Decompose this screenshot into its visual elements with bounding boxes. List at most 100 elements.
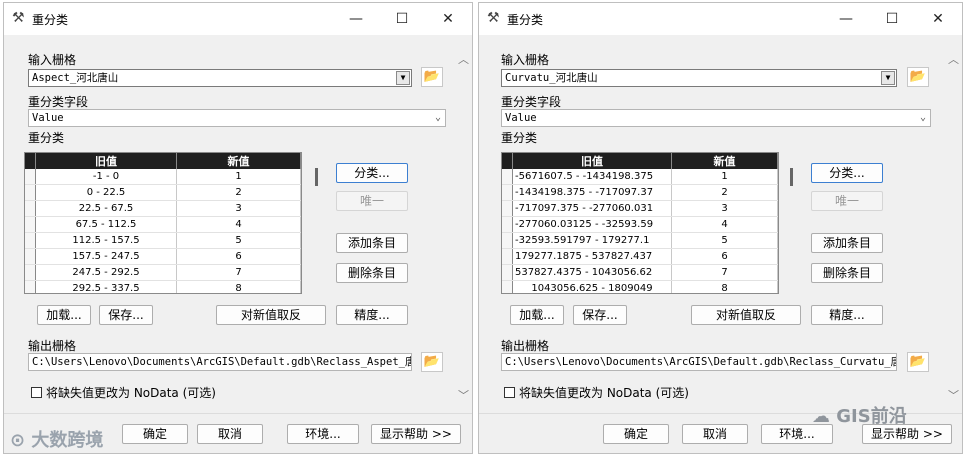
classify-button[interactable]: 分类... (811, 163, 883, 183)
reclass-field-select[interactable]: Value ⌄ (501, 109, 931, 127)
output-raster-field[interactable]: C:\Users\Lenovo\Documents\ArcGIS\Default… (501, 353, 897, 371)
row-selector[interactable] (502, 184, 513, 201)
table-row[interactable]: 0 - 22.5 2 (25, 184, 301, 201)
cancel-button[interactable]: 取消 (682, 424, 748, 444)
unique-button[interactable]: 唯一 (336, 191, 408, 211)
old-value-cell[interactable]: -277060.03125 - -32593.59 (512, 216, 672, 233)
table-row[interactable]: 67.5 - 112.5 4 (25, 216, 301, 233)
classify-button[interactable]: 分类... (336, 163, 408, 183)
save-button[interactable]: 保存... (573, 305, 627, 325)
panel-scrollbar[interactable]: ︿ ﹀ (945, 47, 962, 403)
table-row[interactable]: 22.5 - 67.5 3 (25, 200, 301, 217)
input-raster-combo[interactable]: Curvatu_河北唐山 ▼ (501, 69, 897, 87)
old-value-cell[interactable]: -1434198.375 - -717097.37 (512, 184, 672, 201)
old-value-cell[interactable]: 179277.1875 - 537827.437 (512, 248, 672, 265)
old-value-cell[interactable]: -1 - 0 (35, 169, 177, 185)
new-value-cell[interactable]: 8 (671, 280, 778, 293)
folder-open-icon[interactable]: 📂 (907, 67, 929, 87)
new-value-cell[interactable]: 2 (671, 184, 778, 201)
old-value-cell[interactable]: 1043056.625 - 1809049 (512, 280, 672, 293)
scrollbar-thumb[interactable] (790, 168, 793, 186)
folder-open-icon[interactable]: 📂 (907, 352, 929, 372)
row-selector[interactable] (25, 232, 36, 249)
nodata-checkbox[interactable] (504, 387, 515, 398)
reclass-table[interactable]: 旧值 新值 -1 - 01 0 - 22.5 2 22.5 - 67.5 3 67.… (24, 152, 302, 294)
title-bar[interactable]: ⚒ 重分类 — ☐ ✕ (479, 3, 962, 35)
old-value-cell[interactable]: 537827.4375 - 1043056.62 (512, 264, 672, 281)
add-entry-button[interactable]: 添加条目 (811, 233, 883, 253)
ok-button[interactable]: 确定 (603, 424, 669, 444)
table-row[interactable]: 1043056.625 - 1809049 8 (502, 280, 778, 293)
table-scrollbar[interactable] (787, 154, 797, 294)
new-value-cell[interactable]: 3 (176, 200, 301, 217)
row-selector[interactable] (502, 200, 513, 217)
folder-open-icon[interactable]: 📂 (421, 352, 443, 372)
reclass-table[interactable]: 旧值 新值 -5671607.5 - -1434198.375 1 -143419… (501, 152, 779, 294)
precision-button[interactable]: 精度... (336, 305, 408, 325)
load-button[interactable]: 加载... (37, 305, 91, 325)
show-help-button[interactable]: 显示帮助 >> (371, 424, 461, 444)
table-row[interactable]: -32593.591797 - 179277.1 5 (502, 232, 778, 249)
load-button[interactable]: 加载... (510, 305, 564, 325)
input-raster-combo[interactable]: Aspect_河北唐山 ▼ (28, 69, 412, 87)
output-raster-field[interactable]: C:\Users\Lenovo\Documents\ArcGIS\Default… (28, 353, 412, 371)
row-selector[interactable] (25, 169, 36, 185)
new-value-cell[interactable]: 1 (176, 169, 301, 185)
old-value-cell[interactable]: -717097.375 - -277060.031 (512, 200, 672, 217)
reverse-new-values-button[interactable]: 对新值取反 (691, 305, 801, 325)
scroll-up-icon[interactable]: ︿ (458, 51, 469, 67)
table-row[interactable]: 537827.4375 - 1043056.62 7 (502, 264, 778, 281)
table-row[interactable]: -1 - 01 (25, 169, 301, 185)
row-selector[interactable] (502, 216, 513, 233)
row-selector[interactable] (502, 232, 513, 249)
table-row[interactable]: -717097.375 - -277060.031 3 (502, 200, 778, 217)
close-icon[interactable]: ✕ (426, 7, 470, 31)
delete-entries-button[interactable]: 删除条目 (336, 263, 408, 283)
new-value-cell[interactable]: 3 (671, 200, 778, 217)
environments-button[interactable]: 环境... (287, 424, 359, 444)
row-selector[interactable] (25, 248, 36, 265)
dropdown-arrow-icon[interactable]: ▼ (881, 71, 895, 85)
scroll-down-icon[interactable]: ﹀ (948, 387, 959, 403)
unique-button[interactable]: 唯一 (811, 191, 883, 211)
new-value-cell[interactable]: 6 (671, 248, 778, 265)
table-row[interactable]: -1434198.375 - -717097.37 2 (502, 184, 778, 201)
reverse-new-values-button[interactable]: 对新值取反 (216, 305, 326, 325)
new-value-cell[interactable]: 7 (671, 264, 778, 281)
new-value-cell[interactable]: 5 (176, 232, 301, 249)
scrollbar-thumb[interactable] (315, 168, 318, 186)
column-header-new[interactable]: 新值 (671, 153, 778, 169)
nodata-checkbox[interactable] (31, 387, 42, 398)
maximize-icon[interactable]: ☐ (380, 7, 424, 31)
row-selector[interactable] (25, 216, 36, 233)
old-value-cell[interactable]: 67.5 - 112.5 (35, 216, 177, 233)
scroll-down-icon[interactable]: ﹀ (458, 387, 469, 403)
delete-entries-button[interactable]: 删除条目 (811, 263, 883, 283)
row-selector[interactable] (25, 200, 36, 217)
dropdown-arrow-icon[interactable]: ▼ (396, 71, 410, 85)
row-selector[interactable] (502, 169, 513, 185)
add-entry-button[interactable]: 添加条目 (336, 233, 408, 253)
old-value-cell[interactable]: 292.5 - 337.5 (35, 280, 177, 293)
chevron-down-icon[interactable]: ⌄ (920, 110, 926, 126)
table-row[interactable]: 179277.1875 - 537827.437 6 (502, 248, 778, 265)
row-selector[interactable] (25, 280, 36, 293)
new-value-cell[interactable]: 1 (671, 169, 778, 185)
new-value-cell[interactable]: 4 (176, 216, 301, 233)
column-header-new[interactable]: 新值 (176, 153, 301, 169)
old-value-cell[interactable]: 22.5 - 67.5 (35, 200, 177, 217)
row-selector[interactable] (502, 264, 513, 281)
folder-open-icon[interactable]: 📂 (421, 67, 443, 87)
minimize-icon[interactable]: — (824, 7, 868, 31)
table-row[interactable]: 292.5 - 337.5 8 (25, 280, 301, 293)
new-value-cell[interactable]: 5 (671, 232, 778, 249)
row-selector[interactable] (502, 248, 513, 265)
new-value-cell[interactable]: 8 (176, 280, 301, 293)
row-selector[interactable] (502, 280, 513, 293)
table-row[interactable]: -277060.03125 - -32593.59 4 (502, 216, 778, 233)
minimize-icon[interactable]: — (334, 7, 378, 31)
new-value-cell[interactable]: 6 (176, 248, 301, 265)
scroll-up-icon[interactable]: ︿ (948, 51, 959, 67)
chevron-down-icon[interactable]: ⌄ (435, 110, 441, 126)
row-selector[interactable] (25, 264, 36, 281)
